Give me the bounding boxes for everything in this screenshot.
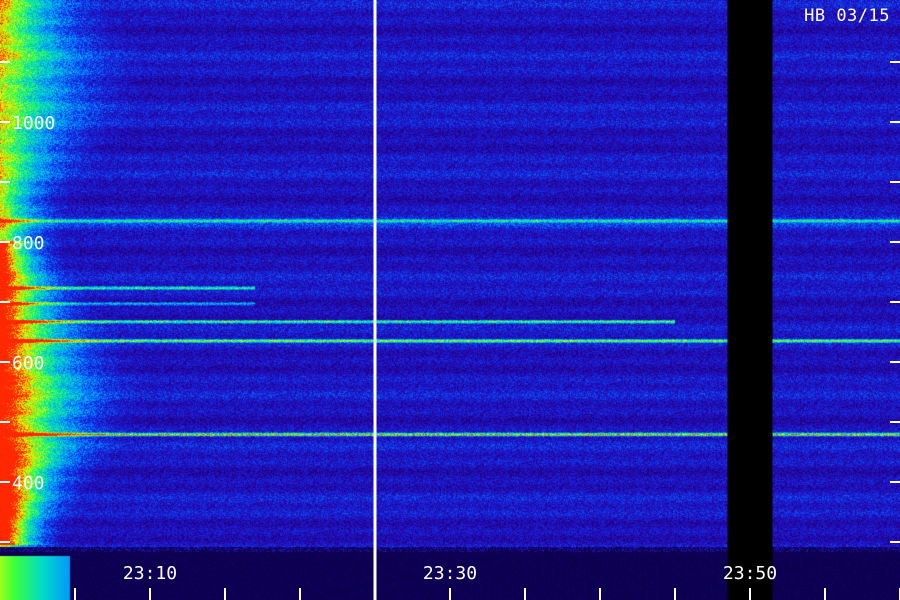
spectrogram-chart: 400 600 800 1000 23:10 23:30 23:50: [0, 0, 900, 600]
y-tick-label: 1000: [12, 113, 55, 134]
station-date-label: HB 03/15: [804, 6, 890, 26]
x-tick-label: 23:10: [123, 563, 177, 584]
x-tick-label: 23:50: [723, 563, 777, 584]
x-tick-label: 23:30: [423, 563, 477, 584]
y-tick-label: 800: [12, 233, 45, 254]
data-gap: [727, 0, 773, 600]
y-tick-label: 600: [12, 353, 45, 374]
y-tick-label: 400: [12, 473, 45, 494]
